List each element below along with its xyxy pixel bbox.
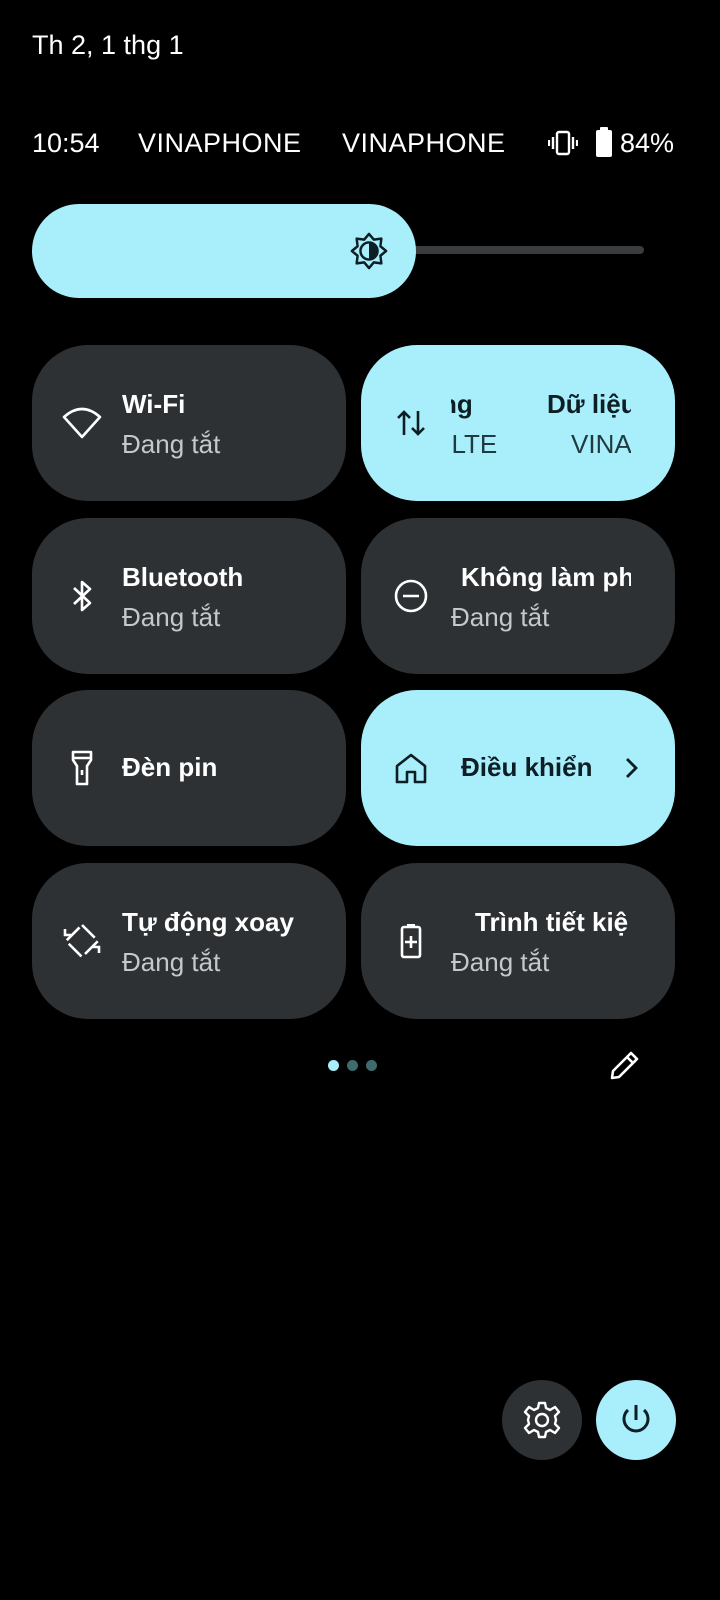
page-dot-1 [328,1060,339,1071]
power-button[interactable] [596,1380,676,1460]
tile-flashlight-title: Đèn pin [122,752,218,782]
page-dot-2 [347,1060,358,1071]
tile-wifi[interactable]: Wi-Fi Đang tắt [32,345,346,501]
rotate-icon [63,923,101,959]
carrier-2: VINAPHONE [342,128,506,158]
do-not-disturb-icon [394,579,428,613]
tile-mobile-data-title-1: ng [451,389,473,419]
tile-auto-rotate-title: Tự động xoay [122,907,294,937]
carrier-1: VINAPHONE [138,128,302,158]
tile-wifi-subtitle: Đang tắt [122,429,221,459]
tile-auto-rotate[interactable]: Tự động xoay Đang tắt [32,863,346,1019]
brightness-fill[interactable] [32,204,416,298]
tile-home-controls[interactable]: Điều khiển [361,690,675,846]
tile-auto-rotate-subtitle: Đang tắt [122,947,221,977]
data-arrows-icon [397,410,425,436]
date-label: Th 2, 1 thg 1 [32,30,184,60]
home-icon [395,753,427,784]
tile-home-controls-title: Điều khiển [461,752,591,782]
battery-percent: 84% [620,128,675,158]
tile-mobile-data-subtitle-1: , LTE [451,429,498,459]
gear-icon [523,1401,561,1439]
page-indicator [328,1060,378,1074]
flashlight-icon [71,750,93,786]
tile-dnd-subtitle: Đang tắt [451,602,550,632]
tile-battery-saver-title: Trình tiết kiệ [475,907,629,937]
tile-wifi-title: Wi-Fi [122,389,186,419]
settings-button[interactable] [502,1380,582,1460]
power-icon [622,1405,650,1433]
clock: 10:54 [32,128,100,158]
battery-saver-icon [400,924,422,959]
tile-battery-saver[interactable]: Trình tiết kiệ Đang tắt [361,863,675,1019]
tile-battery-saver-clip: Trình tiết kiệ Đang tắt [451,863,631,1019]
edit-icon[interactable] [604,1046,644,1086]
tile-bluetooth-subtitle: Đang tắt [122,602,221,632]
vibrate-icon [548,130,578,156]
status-bar: 10:54 VINAPHONE VINAPHONE 84% [32,124,688,164]
brightness-slider[interactable] [32,204,644,298]
tile-flashlight[interactable]: Đèn pin [32,690,346,846]
tile-mobile-data-title-2: Dữ liệu [547,389,631,419]
brightness-icon [350,232,388,270]
tile-dnd-title: Không làm ph [461,562,631,592]
page-dot-3 [366,1060,377,1071]
wifi-icon [62,407,102,439]
tile-dnd-clip: Không làm ph Đang tắt [451,518,631,674]
tile-do-not-disturb[interactable]: Không làm ph Đang tắt [361,518,675,674]
chevron-right-icon [626,758,638,778]
tile-mobile-data[interactable]: ng , LTE Dữ liệu VINA [361,345,675,501]
tile-mobile-data-marquee: ng , LTE Dữ liệu VINA [451,345,631,501]
bluetooth-icon [73,580,92,612]
tile-mobile-data-subtitle-2: VINA [571,429,631,459]
tile-bluetooth-title: Bluetooth [122,562,244,592]
tile-battery-saver-subtitle: Đang tắt [451,947,550,977]
tile-home-controls-clip: Điều khiển [451,690,591,846]
tile-bluetooth[interactable]: Bluetooth Đang tắt [32,518,346,674]
battery-icon [596,127,612,157]
